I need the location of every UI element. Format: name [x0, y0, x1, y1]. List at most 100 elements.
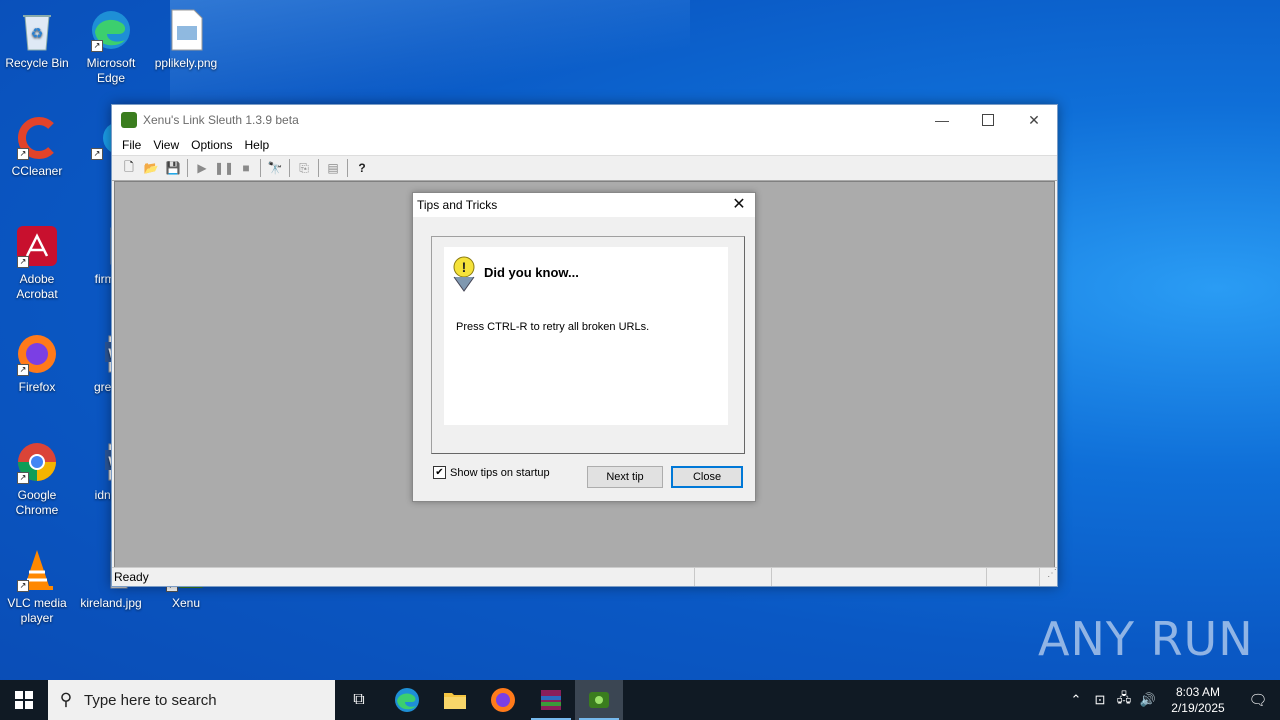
ccleaner-icon: ↗: [15, 116, 59, 160]
menu-view[interactable]: View: [147, 138, 185, 152]
shortcut-arrow-icon: ↗: [91, 40, 103, 52]
menu-help[interactable]: Help: [239, 138, 276, 152]
taskbar-firefox[interactable]: [479, 680, 527, 720]
binoculars-icon: 🔭: [267, 161, 283, 175]
taskbar-edge[interactable]: [383, 680, 431, 720]
shortcut-arrow-icon: ↗: [91, 148, 103, 160]
save-button[interactable]: 💾: [162, 158, 184, 178]
desktop-icon-adobe-acrobat[interactable]: ↗ Adobe Acrobat: [0, 224, 74, 302]
desktop-icon-vlc[interactable]: ↗ VLC media player: [0, 548, 74, 626]
desktop-icon-ccleaner[interactable]: ↗ CCleaner: [0, 116, 74, 179]
winrar-icon: [541, 690, 561, 710]
taskbar-search-box[interactable]: ⚲ Type here to search: [48, 680, 335, 720]
watermark-text: ANY RUN: [1038, 612, 1254, 666]
tray-app-icon: ⊡: [1094, 692, 1106, 707]
next-tip-button[interactable]: Next tip: [587, 466, 663, 488]
firefox-icon: ↗: [15, 332, 59, 376]
action-center-button[interactable]: 🗨: [1236, 691, 1280, 709]
desktop-icon-google-chrome[interactable]: ↗ Google Chrome: [0, 440, 74, 518]
desktop-icon-label: Recycle Bin: [5, 56, 69, 70]
clock-date: 2/19/2025: [1171, 701, 1225, 715]
new-button[interactable]: 🗋: [118, 158, 140, 178]
desktop-icon-firefox[interactable]: ↗ Firefox: [0, 332, 74, 395]
tip-text: Press CTRL-R to retry all broken URLs.: [456, 321, 650, 333]
task-view-icon: ⧉: [353, 691, 365, 708]
taskbar-file-explorer[interactable]: [431, 680, 479, 720]
menu-file[interactable]: File: [116, 138, 147, 152]
vlc-icon: ↗: [15, 548, 59, 592]
folder-icon: [444, 693, 466, 709]
pause-button[interactable]: ❚❚: [213, 158, 235, 178]
resize-grip-icon[interactable]: ⋰: [1040, 568, 1057, 586]
play-icon: ▶: [197, 161, 207, 175]
taskbar-xenu[interactable]: [575, 680, 623, 720]
start-button[interactable]: [0, 680, 48, 720]
volume-button[interactable]: 🔊: [1136, 692, 1160, 708]
play-button[interactable]: ▶: [191, 158, 213, 178]
close-dialog-button[interactable]: Close: [671, 466, 743, 488]
minimize-button[interactable]: —: [919, 105, 965, 135]
desktop-icon-label: kireland.jpg: [80, 596, 142, 610]
lightbulb-icon: !: [448, 253, 480, 293]
desktop-icon-pplikely[interactable]: pplikely.png: [149, 8, 223, 71]
desktop-icon-label: Firefox: [18, 380, 56, 394]
volume-icon: 🔊: [1139, 692, 1157, 707]
xenu-app-icon: [121, 112, 137, 128]
status-pane: [695, 568, 772, 586]
stop-button[interactable]: ■: [235, 158, 257, 178]
clock[interactable]: 8:03 AM 2/19/2025: [1160, 684, 1236, 716]
help-question-icon: ?: [358, 161, 366, 175]
desktop-icon-edge[interactable]: ↗ Microsoft Edge: [74, 8, 148, 86]
open-folder-icon: 📂: [143, 161, 159, 175]
help-button[interactable]: ?: [351, 158, 373, 178]
network-button[interactable]: 🖧: [1112, 689, 1136, 711]
maximize-icon: [982, 114, 994, 126]
image-file-icon: [164, 8, 208, 52]
pause-icon: ❚❚: [213, 161, 235, 175]
notification-icon: 🗨: [1248, 692, 1268, 709]
shortcut-arrow-icon: ↗: [17, 256, 29, 268]
shortcut-arrow-icon: ↗: [17, 148, 29, 160]
checkbox-check-icon: ✔: [433, 466, 446, 479]
close-button[interactable]: ✕: [1011, 105, 1057, 135]
minimize-icon: —: [935, 112, 949, 128]
windows-logo-icon: [15, 691, 33, 709]
open-button[interactable]: 📂: [140, 158, 162, 178]
save-icon: 💾: [165, 161, 181, 175]
tip-heading: Did you know...: [484, 265, 579, 280]
status-pane: [772, 568, 987, 586]
properties-icon: ▤: [327, 161, 339, 175]
taskbar-winrar[interactable]: [527, 680, 575, 720]
clock-time: 8:03 AM: [1175, 685, 1221, 699]
menu-options[interactable]: Options: [185, 138, 238, 152]
show-tips-checkbox[interactable]: ✔ Show tips on startup: [433, 466, 550, 479]
dialog-titlebar[interactable]: Tips and Tricks ✕: [413, 193, 755, 217]
close-icon: ✕: [732, 196, 746, 213]
show-hidden-icons-button[interactable]: ⌃: [1064, 692, 1088, 708]
edge-icon: [395, 688, 419, 712]
search-placeholder: Type here to search: [84, 691, 217, 709]
toolbar-separator: [347, 159, 348, 177]
desktop-icon-label: Xenu: [171, 596, 201, 610]
properties-button[interactable]: ▤: [322, 158, 344, 178]
desktop-icon-label: Adobe Acrobat: [16, 272, 58, 301]
tray-app-button[interactable]: ⊡: [1088, 692, 1112, 708]
toolbar-separator: [289, 159, 290, 177]
find-button[interactable]: 🔭: [264, 158, 286, 178]
stop-icon: ■: [242, 161, 250, 175]
svg-text:♻: ♻: [31, 25, 44, 41]
copy-button[interactable]: ⎘: [293, 158, 315, 178]
maximize-button[interactable]: [965, 105, 1011, 135]
toolbar-separator: [318, 159, 319, 177]
window-titlebar[interactable]: Xenu's Link Sleuth 1.3.9 beta — ✕: [112, 105, 1057, 135]
firefox-icon: [491, 688, 515, 712]
dialog-close-button[interactable]: ✕: [729, 195, 749, 215]
task-view-button[interactable]: ⧉: [335, 680, 383, 720]
recycle-bin-icon: ♻: [15, 8, 59, 52]
toolbar-separator: [187, 159, 188, 177]
desktop-icon-recycle-bin[interactable]: ♻ Recycle Bin: [0, 8, 74, 71]
chrome-icon: ↗: [15, 440, 59, 484]
window-title: Xenu's Link Sleuth 1.3.9 beta: [143, 113, 299, 127]
menu-bar: File View Options Help: [112, 135, 1057, 155]
anyrun-watermark: ANY RUN: [1038, 612, 1254, 666]
